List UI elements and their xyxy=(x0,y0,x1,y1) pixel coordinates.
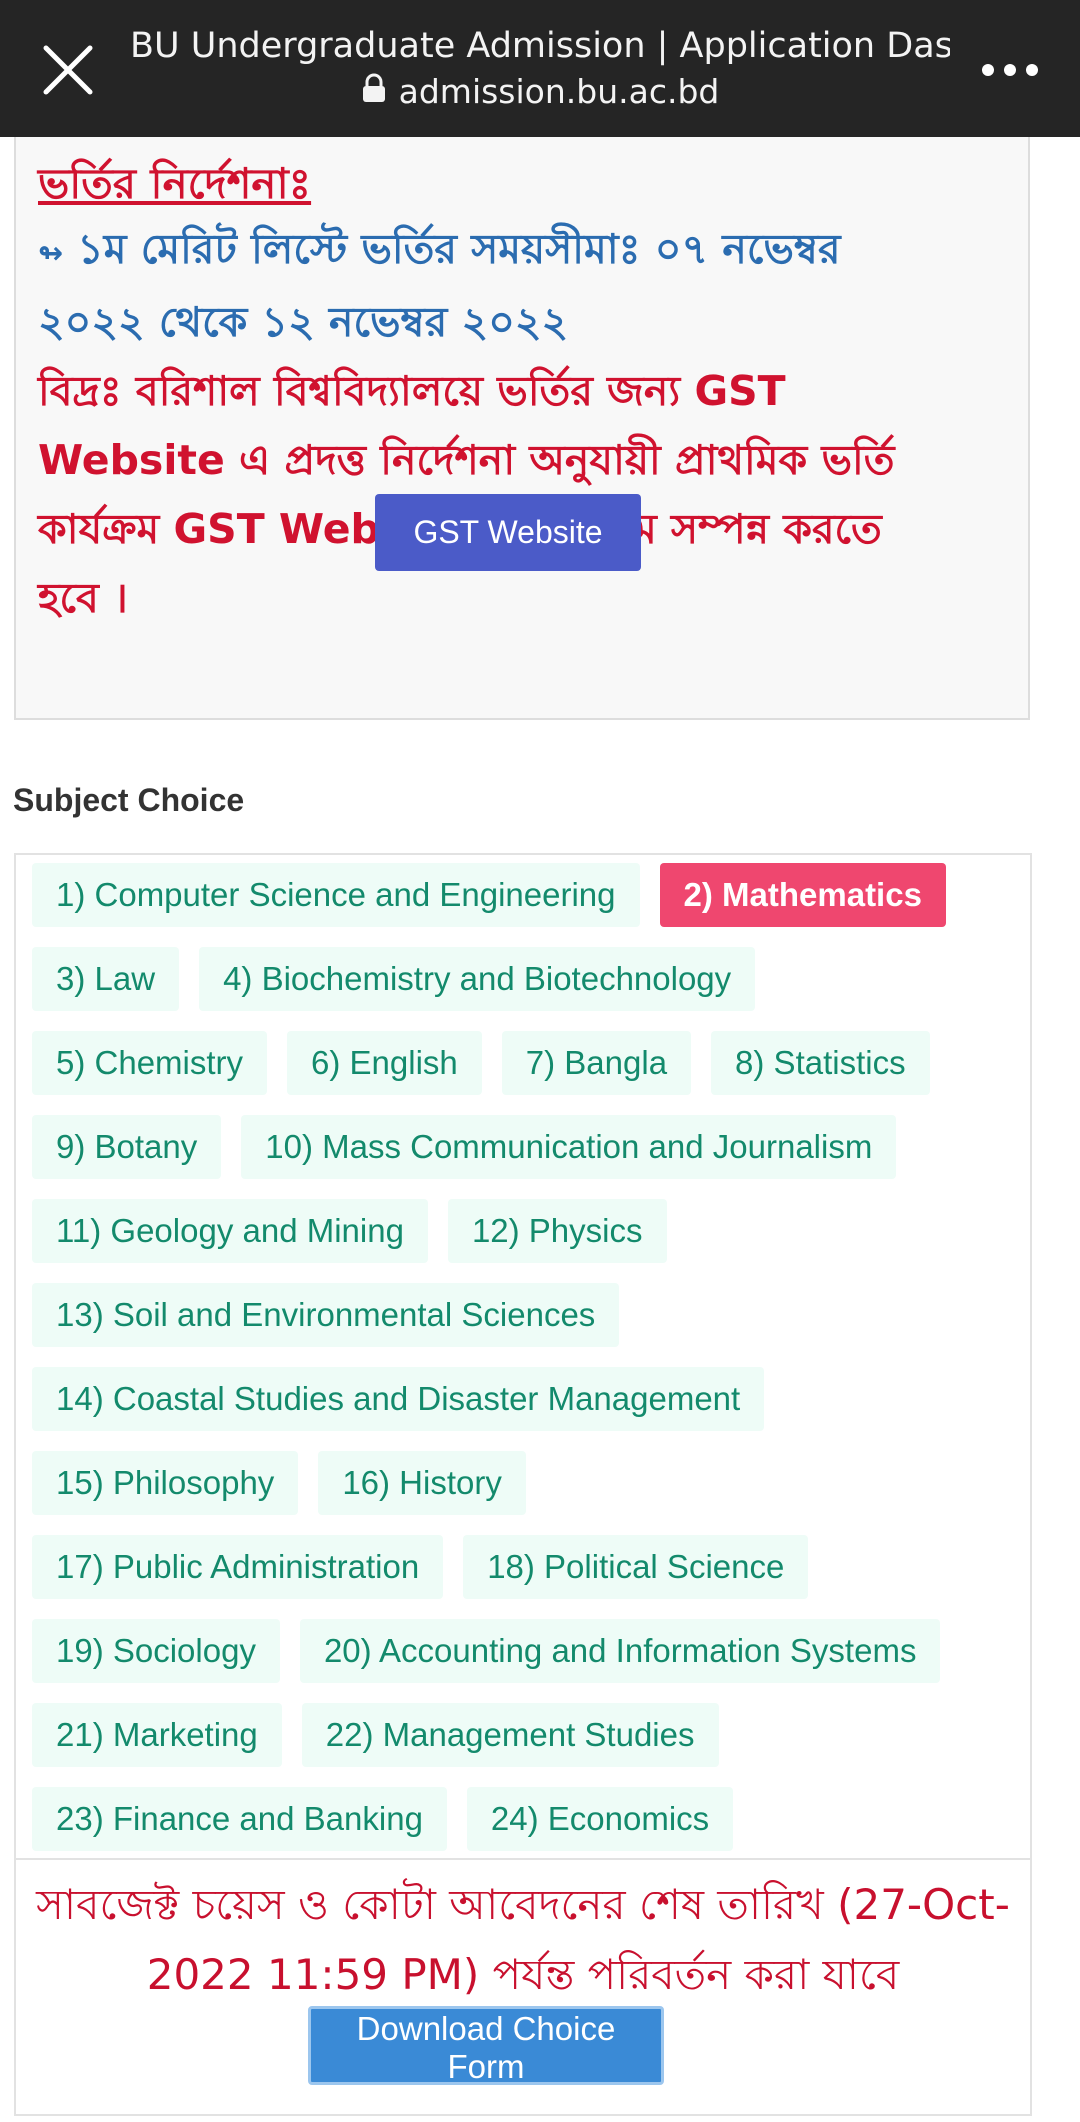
notice-deadline-text-1: ১ম মেরিট লিস্টে ভর্তির সময়সীমাঃ ০৭ নভেম… xyxy=(77,225,841,273)
subject-chip[interactable]: 10) Mass Communication and Journalism xyxy=(241,1115,897,1179)
page-url: admission.bu.ac.bd xyxy=(398,72,720,111)
lock-icon xyxy=(361,70,387,114)
admission-notice: ভর্তির নির্দেশনাঃ ↬ ১ম মেরিট লিস্টে ভর্তি… xyxy=(14,137,1030,720)
notice-note-line-4: হবে । xyxy=(38,574,128,622)
page-title-block: BU Undergraduate Admission | Application… xyxy=(130,22,950,114)
choice-deadline-panel: সাবজেক্ট চয়েস ও কোটা আবেদনের শেষ তারিখ … xyxy=(14,1860,1032,2116)
subject-chip[interactable]: 7) Bangla xyxy=(501,1031,692,1095)
download-choice-form-button[interactable]: Download Choice Form xyxy=(308,2006,664,2085)
subject-chip[interactable]: 4) Biochemistry and Biotechnology xyxy=(199,947,756,1011)
subject-chip-selected[interactable]: 2) Mathematics xyxy=(659,863,946,927)
arrow-icon: ↬ xyxy=(38,236,64,271)
close-icon[interactable] xyxy=(40,42,96,98)
gst-website-button[interactable]: GST Website xyxy=(375,494,641,571)
notice-heading: ভর্তির নির্দেশনাঃ xyxy=(38,159,312,208)
subject-chip[interactable]: 11) Geology and Mining xyxy=(32,1199,428,1263)
subject-chip[interactable]: 9) Botany xyxy=(32,1115,222,1179)
more-vertical-dots-icon[interactable] xyxy=(980,50,1040,90)
notice-note-line-1: বিদ্রঃ বরিশাল বিশ্ববিদ্যালয়ে ভর্তির জন্… xyxy=(38,367,786,415)
notice-note-line-2: Website এ প্রদত্ত নির্দেশনা অনুযায়ী প্র… xyxy=(38,436,895,484)
subject-chip[interactable]: 8) Statistics xyxy=(711,1031,930,1095)
subject-choice-list: 1) Computer Science and Engineering 2) M… xyxy=(14,853,1032,1860)
browser-toolbar: BU Undergraduate Admission | Application… xyxy=(0,0,1080,137)
subject-chip[interactable]: 24) Economics xyxy=(466,1787,734,1851)
subject-choice-heading: Subject Choice xyxy=(13,782,245,818)
subject-chip[interactable]: 16) History xyxy=(318,1451,526,1515)
notice-deadline-line-1: ↬ ১ম মেরিট লিস্টে ভর্তির সময়সীমাঃ ০৭ নভে… xyxy=(38,215,1006,288)
subject-chip[interactable]: 17) Public Administration xyxy=(32,1535,444,1599)
url-bar[interactable]: admission.bu.ac.bd xyxy=(130,70,950,114)
subject-chip[interactable]: 21) Marketing xyxy=(32,1703,282,1767)
subject-chip[interactable]: 12) Physics xyxy=(447,1199,667,1263)
subject-chip[interactable]: 13) Soil and Environmental Sciences xyxy=(32,1283,620,1347)
subject-chip[interactable]: 14) Coastal Studies and Disaster Managem… xyxy=(32,1367,765,1431)
subject-chip[interactable]: 19) Sociology xyxy=(32,1619,280,1683)
subject-chip[interactable]: 5) Chemistry xyxy=(32,1031,268,1095)
subject-chip[interactable]: 3) Law xyxy=(32,947,180,1011)
subject-chip[interactable]: 1) Computer Science and Engineering xyxy=(32,863,640,927)
subject-chip[interactable]: 18) Political Science xyxy=(463,1535,809,1599)
subject-chip[interactable]: 15) Philosophy xyxy=(32,1451,299,1515)
subject-chip[interactable]: 23) Finance and Banking xyxy=(32,1787,447,1851)
subject-chip[interactable]: 20) Accounting and Information Systems xyxy=(299,1619,941,1683)
subject-chip[interactable]: 22) Management Studies xyxy=(301,1703,719,1767)
page-title: BU Undergraduate Admission | Application… xyxy=(130,26,950,66)
choice-deadline-text: সাবজেক্ট চয়েস ও কোটা আবেদনের শেষ তারিখ … xyxy=(36,1880,1010,1999)
notice-deadline-line-2: ২০২২ থেকে ১২ নভেম্বর ২০২২ xyxy=(38,298,569,346)
subject-chip[interactable]: 6) English xyxy=(287,1031,482,1095)
